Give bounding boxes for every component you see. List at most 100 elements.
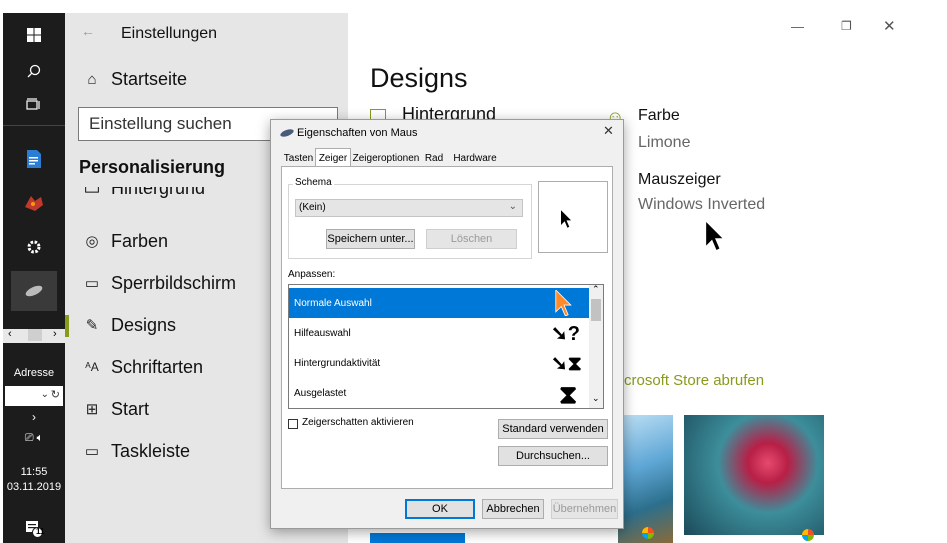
dialog-close-button[interactable]: ✕ (603, 123, 614, 139)
home-label: Startseite (111, 68, 188, 89)
customize-label: Anpassen: (288, 269, 336, 280)
scheme-select[interactable]: (Kein) ⌄ (295, 199, 523, 217)
delete-button[interactable]: Löschen (426, 229, 517, 249)
scroll-right-icon[interactable]: › (53, 328, 57, 340)
dialog-title: Eigenschaften von Maus (297, 127, 418, 139)
tab-zeigeroptionen[interactable]: Zeigeroptionen (351, 150, 421, 167)
font-icon: ᴬA (85, 360, 99, 374)
back-arrow-icon[interactable]: ← (81, 23, 95, 39)
start-tiles-icon: ⊞ (85, 401, 99, 418)
working-cursor-icon: ➘⧗ (551, 353, 582, 375)
paint-app-icon[interactable] (11, 183, 57, 223)
mouse-app-icon[interactable] (11, 271, 57, 311)
use-default-button[interactable]: Standard verwenden (498, 419, 608, 439)
help-cursor-icon: ➘? (551, 323, 580, 345)
browse-button[interactable]: Durchsuchen... (498, 446, 608, 466)
clock-date[interactable]: 03.11.2019 (3, 481, 65, 493)
window-title: Einstellungen (121, 25, 218, 42)
scheme-select-value: (Kein) (299, 202, 326, 213)
notification-count: 11 (36, 527, 45, 536)
address-label: Adresse (13, 367, 55, 379)
sidebar-item-sperrbildschirm[interactable]: ▭ Sperrbildschirm (79, 267, 236, 299)
mouse-properties-dialog: Eigenschaften von Maus ✕ Tasten Zeiger Z… (270, 119, 624, 529)
multicolor-badge-icon (802, 529, 814, 541)
address-input[interactable]: ⌄ ↻ (5, 386, 63, 406)
cursor-list[interactable]: Normale Auswahl Hilfeauswahl ➘? Hintergr… (288, 284, 604, 409)
color-label[interactable]: Farbe (638, 107, 680, 125)
taskbar: ‹ › Adresse ⌄ ↻ › ⎚ 🔈︎ 11:55 03.11.2019 … (3, 13, 65, 543)
sidebar-item-taskleiste[interactable]: ▭ Taskleiste (79, 435, 190, 467)
cancel-button[interactable]: Abbrechen (482, 499, 544, 519)
sidebar-item-label: Designs (111, 314, 177, 335)
task-view-icon[interactable] (3, 83, 65, 127)
list-item[interactable]: Hintergrundaktivität ➘⧗ (289, 348, 589, 378)
sidebar-item-label: Hintergrund (111, 187, 206, 198)
sidebar-item-label: Start (111, 398, 150, 419)
palette-icon: ◎ (85, 233, 99, 250)
list-scrollbar[interactable]: ⌃ ⌄ (589, 285, 603, 408)
shadow-checkbox-label[interactable]: Zeigerschatten aktivieren (302, 417, 414, 428)
theme-thumbnail-flower[interactable] (684, 415, 824, 541)
theme-thumbnail-blue[interactable] (370, 533, 465, 543)
cursor-value: Windows Inverted (638, 196, 766, 213)
sidebar-item-schriftarten[interactable]: ᴬA Schriftarten (79, 351, 203, 383)
close-button[interactable]: ✕ (883, 17, 896, 35)
notification-icon[interactable]: 11 (3, 507, 65, 543)
busy-cursor-icon: ⧗ (559, 379, 578, 409)
clock-time[interactable]: 11:55 (3, 466, 65, 478)
sidebar-item-label: Taskleiste (111, 440, 191, 461)
chevron-down-icon: ⌄ (508, 201, 517, 212)
taskbar-toolbar-scroll[interactable]: ‹ › (3, 328, 65, 343)
sidebar-item-start[interactable]: ⊞ Start (79, 393, 149, 425)
color-value: Limone (638, 134, 691, 151)
scroll-thumb[interactable] (591, 299, 601, 321)
selection-indicator (65, 315, 69, 337)
apply-button[interactable]: Übernehmen (551, 499, 618, 519)
home-link[interactable]: ⌂ Startseite (79, 63, 187, 95)
list-item-label: Hilfeauswahl (294, 327, 351, 339)
settings-gear-icon[interactable] (11, 227, 57, 267)
tab-hardware[interactable]: Hardware (451, 150, 499, 167)
refresh-icon[interactable]: ↻ (51, 388, 60, 401)
maximize-button[interactable]: ❐ (841, 19, 852, 33)
sidebar-item-label: Schriftarten (111, 356, 204, 377)
go-arrow-icon[interactable]: › (3, 410, 65, 424)
pointer-preview (538, 181, 608, 253)
theme-thumbnail-landscape[interactable] (618, 415, 673, 543)
scheme-group: Schema (Kein) ⌄ Speichern unter... Lösch… (288, 177, 532, 259)
sidebar-item-farben[interactable]: ◎ Farben (79, 225, 168, 257)
dropdown-icon[interactable]: ⌄ (41, 389, 49, 400)
sidebar-item-label: Sperrbildschirm (111, 272, 237, 293)
arrow-cursor-icon (555, 290, 572, 316)
home-icon: ⌂ (87, 70, 97, 88)
ok-button[interactable]: OK (405, 499, 475, 519)
save-as-button[interactable]: Speichern unter... (326, 229, 415, 249)
list-item-label: Ausgelastet (294, 387, 347, 399)
tab-rad[interactable]: Rad (421, 150, 447, 167)
list-item[interactable]: Normale Auswahl (289, 288, 589, 318)
section-heading: Personalisierung (79, 157, 226, 177)
system-tray-icons[interactable]: ⎚ 🔈︎ (3, 432, 65, 445)
minimize-button[interactable]: — (791, 19, 804, 34)
scroll-up-icon[interactable]: ⌃ (592, 285, 600, 295)
brush-icon: ✎ (85, 317, 99, 334)
list-item[interactable]: Hilfeauswahl ➘? (289, 318, 589, 348)
cursor-preview-icon (706, 222, 723, 250)
tab-tasten[interactable]: Tasten (282, 150, 315, 167)
tab-zeiger[interactable]: Zeiger (315, 148, 351, 167)
picture-icon: ▭ (83, 187, 101, 198)
document-app-icon[interactable] (11, 139, 57, 179)
multicolor-badge-icon (642, 527, 654, 539)
page-title: Designs (370, 63, 468, 93)
sidebar-item-label: Farben (111, 230, 169, 251)
scheme-group-label: Schema (293, 177, 334, 188)
scroll-left-icon[interactable]: ‹ (8, 328, 12, 340)
list-item-label: Hintergrundaktivität (294, 357, 381, 369)
store-link[interactable]: crosoft Store abrufen (624, 372, 764, 389)
cursor-label[interactable]: Mauszeiger (638, 171, 721, 189)
list-item[interactable]: Ausgelastet ⧗ (289, 378, 589, 408)
mouse-icon (280, 129, 294, 137)
shadow-checkbox[interactable] (288, 419, 298, 429)
scroll-down-icon[interactable]: ⌄ (592, 393, 600, 404)
sidebar-item-designs[interactable]: ✎ Designs (65, 309, 177, 341)
